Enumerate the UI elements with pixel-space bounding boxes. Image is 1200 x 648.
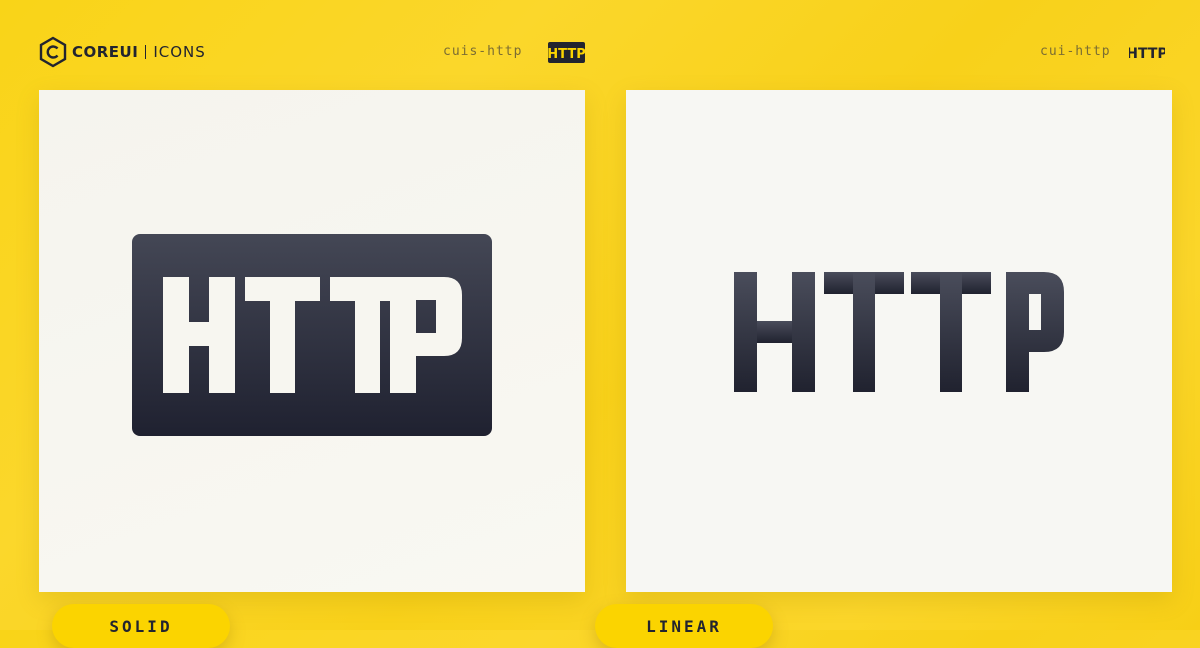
http-solid-mini-icon: HTTP [548, 42, 585, 63]
brand-divider [145, 45, 147, 59]
brand-logo: COREUI ICONS [38, 36, 206, 68]
mini-solid-text: HTTP [548, 47, 585, 62]
solid-icon-card: SOLID [39, 90, 585, 648]
http-linear-icon [734, 272, 1064, 392]
linear-icon-code: cui-http [1040, 44, 1111, 59]
solid-label-pill: SOLID [52, 604, 230, 648]
linear-label-pill: LINEAR [595, 604, 773, 648]
solid-icon-code: cuis-http [443, 44, 523, 59]
mini-linear-text: HTTP [1129, 46, 1165, 62]
linear-icon-card: LINEAR [595, 90, 1172, 648]
http-solid-icon [132, 234, 492, 436]
brand-icons-text: ICONS [153, 43, 206, 61]
brand-core-text: COREUI [72, 43, 139, 61]
http-linear-mini-icon: HTTP [1129, 46, 1165, 62]
coreui-logo-icon [39, 36, 67, 68]
